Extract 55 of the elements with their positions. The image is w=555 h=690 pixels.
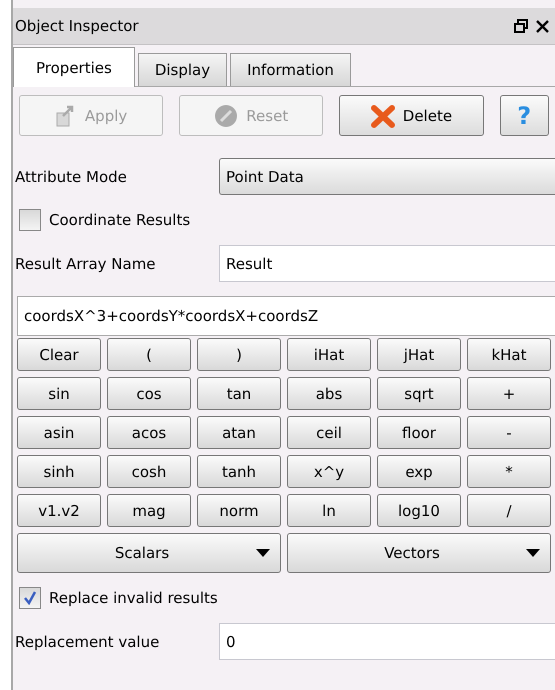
tab[interactable]: Properties	[13, 47, 135, 87]
delete-icon	[370, 104, 395, 128]
calculator-key[interactable]: cosh	[107, 455, 191, 488]
calculator-key[interactable]: floor	[377, 416, 461, 449]
no-entry-icon	[214, 104, 238, 128]
field-label: Replacement value	[15, 632, 160, 650]
restore-icon[interactable]	[514, 19, 528, 33]
calculator-key[interactable]: ceil	[287, 416, 371, 449]
calculator-key[interactable]: Clear	[17, 338, 101, 371]
menu-button[interactable]: Scalars	[17, 533, 281, 573]
expression-field[interactable]: coordsX^3+coordsY*coordsX+coordsZ	[17, 296, 555, 336]
calculator-key[interactable]: tanh	[197, 455, 281, 488]
calculator-key[interactable]: mag	[107, 494, 191, 527]
calculator-key[interactable]: sqrt	[377, 377, 461, 410]
calculator-key[interactable]: (	[107, 338, 191, 371]
checkbox-label: Coordinate Results	[49, 211, 190, 229]
calculator-key[interactable]: sinh	[17, 455, 101, 488]
calculator-key[interactable]: atan	[197, 416, 281, 449]
checkbox[interactable]	[19, 587, 41, 609]
checkbox[interactable]	[19, 209, 41, 231]
calculator-key[interactable]: )	[197, 338, 281, 371]
calculator-key[interactable]: +	[467, 377, 551, 410]
calculator-key[interactable]: jHat	[377, 338, 461, 371]
caret-icon	[526, 549, 540, 557]
calculator-key[interactable]: v1.v2	[17, 494, 101, 527]
calculator-key[interactable]: *	[467, 455, 551, 488]
calculator-key[interactable]: asin	[17, 416, 101, 449]
calculator-key[interactable]: norm	[197, 494, 281, 527]
calculator-key[interactable]: log10	[377, 494, 461, 527]
check-icon	[23, 591, 37, 605]
calculator-key[interactable]: acos	[107, 416, 191, 449]
field-label: Attribute Mode	[15, 168, 128, 186]
calculator-key[interactable]: tan	[197, 377, 281, 410]
result-name-field[interactable]: Result	[219, 245, 555, 282]
replacement-value-field[interactable]: 0	[219, 623, 555, 660]
field-label: Result Array Name	[15, 254, 157, 272]
delete-button[interactable]: Delete	[339, 95, 484, 136]
calculator-key[interactable]: x^y	[287, 455, 371, 488]
checkbox-label: Replace invalid results	[49, 589, 218, 607]
calculator-key[interactable]: abs	[287, 377, 371, 410]
calculator-key[interactable]: -	[467, 416, 551, 449]
attribute-mode-dropdown[interactable]: Point Data	[219, 158, 555, 195]
calculator-key[interactable]: exp	[377, 455, 461, 488]
calculator-key[interactable]: kHat	[467, 338, 551, 371]
calculator-key[interactable]: sin	[17, 377, 101, 410]
calculator-key[interactable]: ln	[287, 494, 371, 527]
calculator-key[interactable]: /	[467, 494, 551, 527]
tab[interactable]: Information	[230, 53, 351, 86]
caret-icon	[256, 549, 270, 557]
calculator-key[interactable]: cos	[107, 377, 191, 410]
close-icon[interactable]	[536, 20, 549, 32]
window-title: Object Inspector	[15, 17, 140, 35]
calculator-key[interactable]: iHat	[287, 338, 371, 371]
menu-button[interactable]: Vectors	[287, 533, 551, 573]
tab[interactable]: Display	[138, 53, 228, 86]
